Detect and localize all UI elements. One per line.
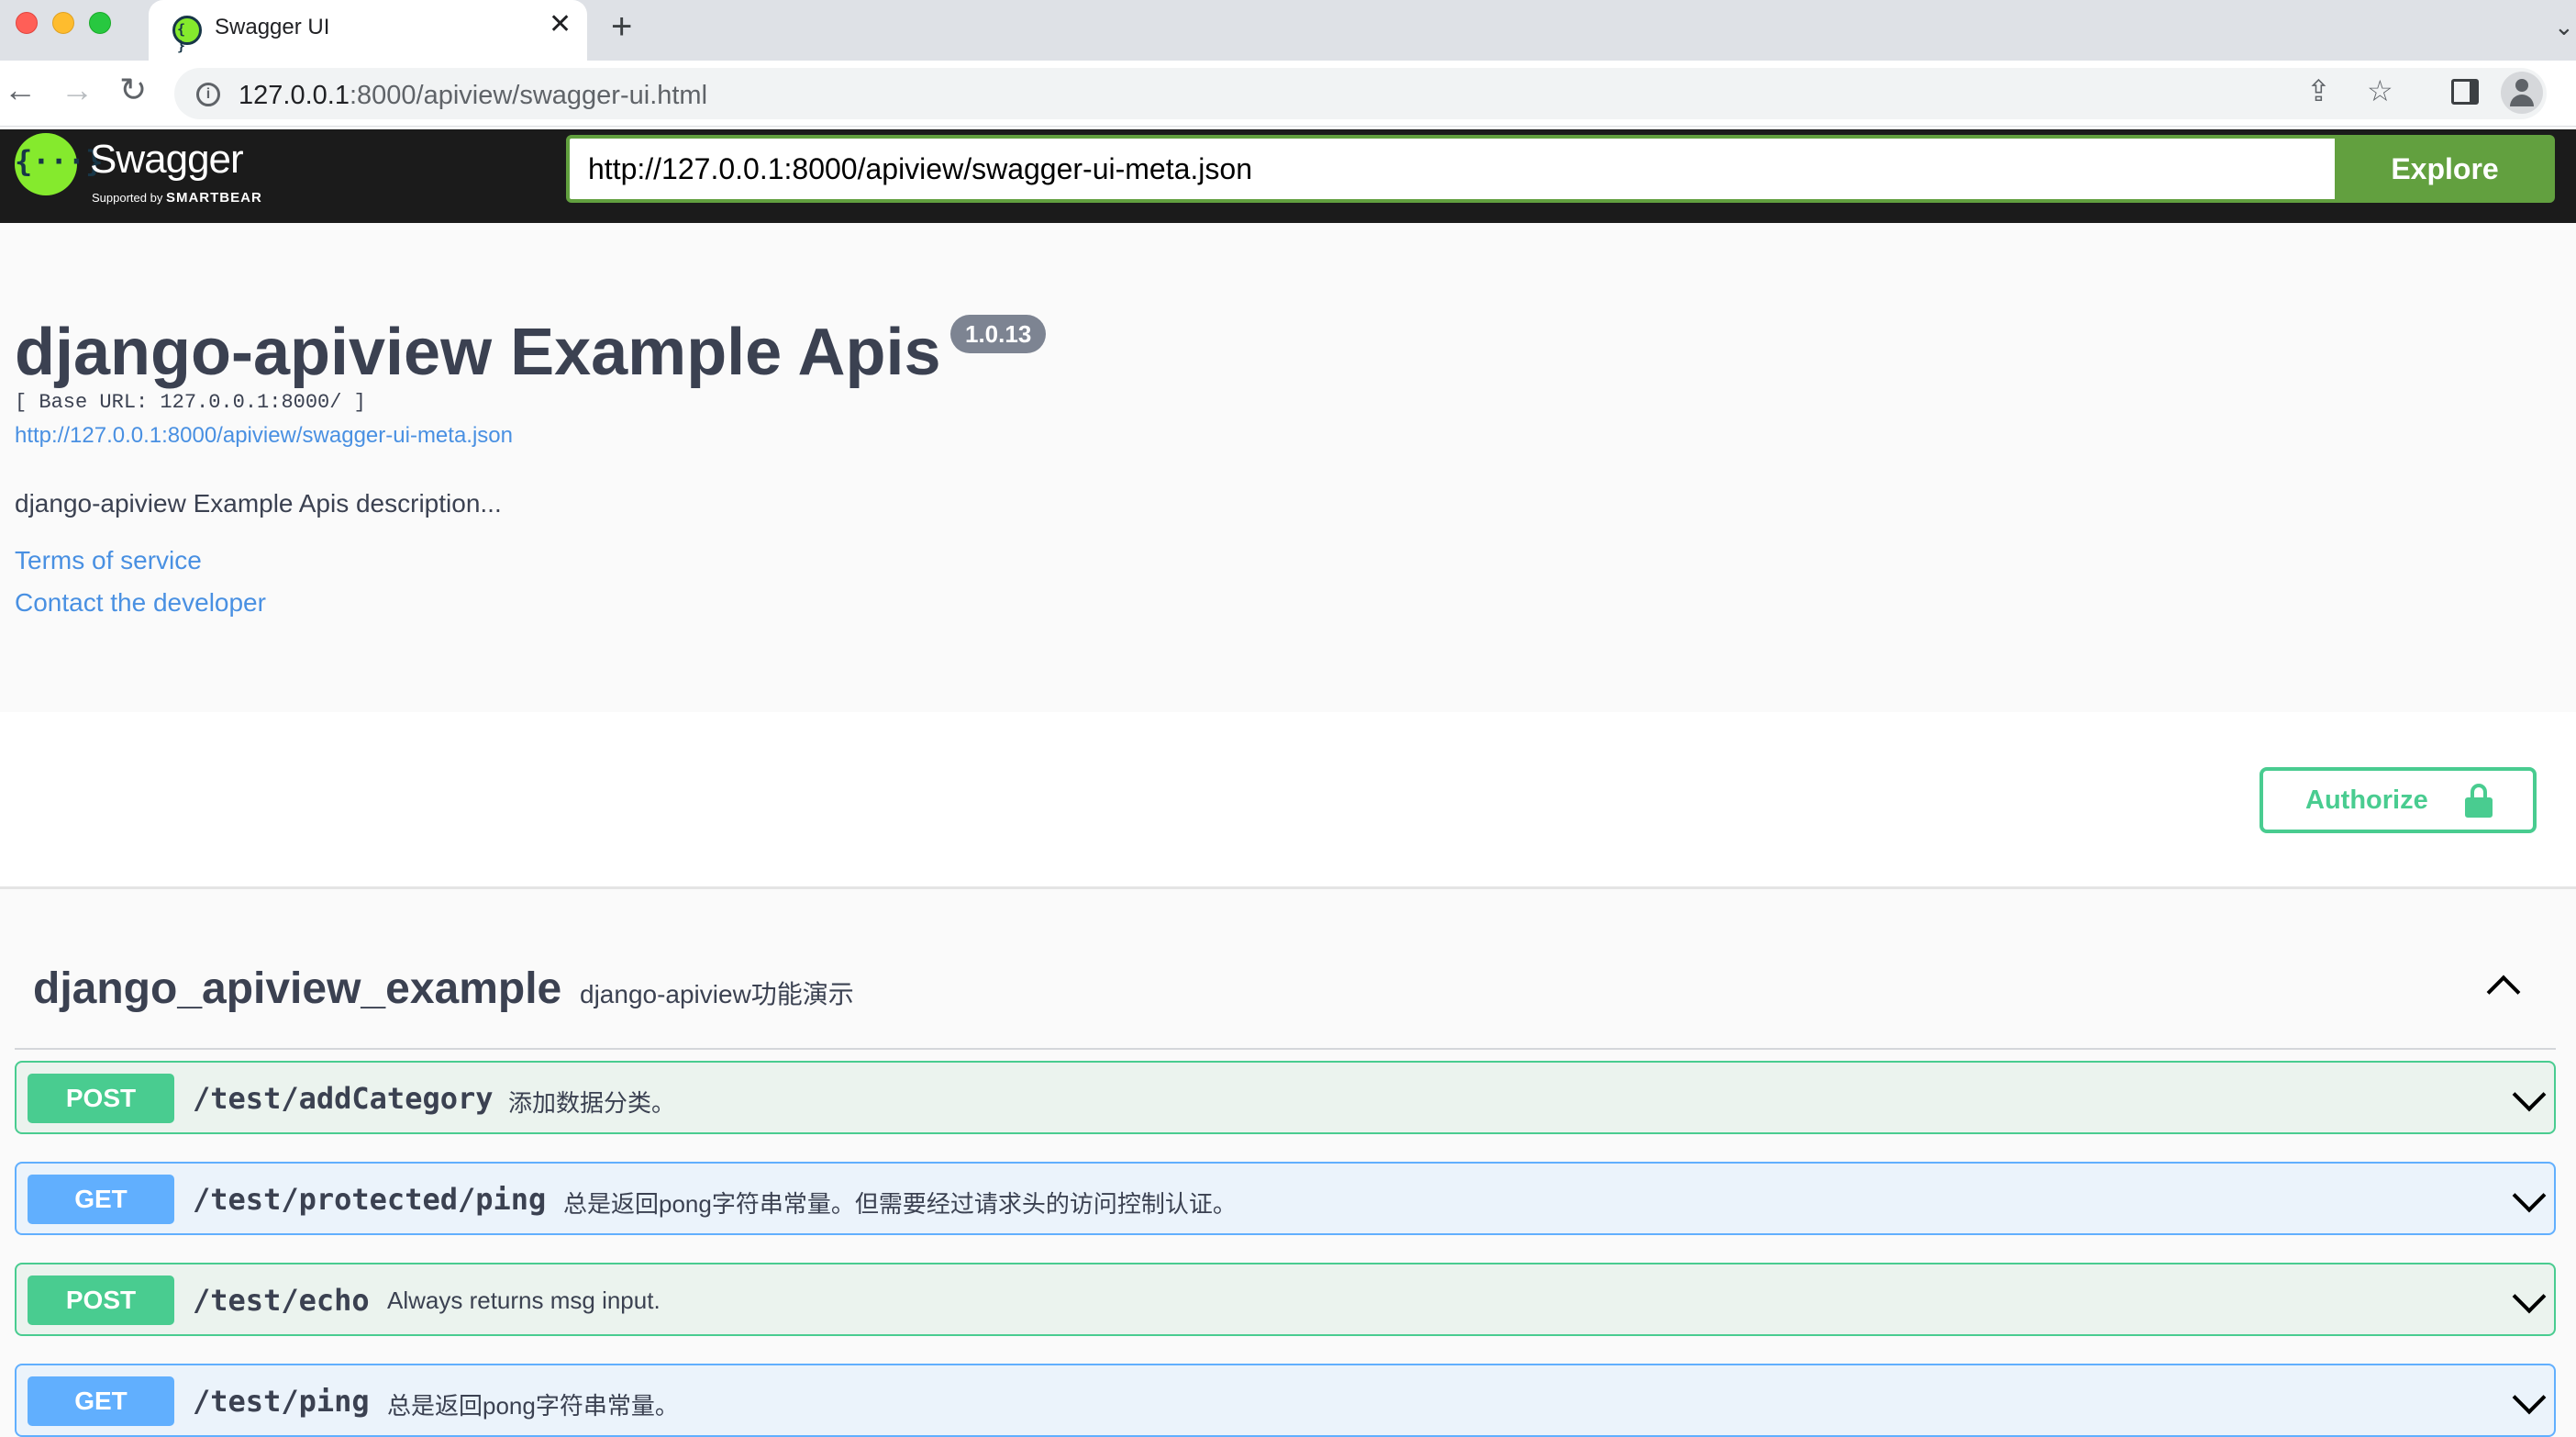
- chevron-down-icon[interactable]: [2510, 1081, 2547, 1118]
- api-description: django-apiview Example Apis description.…: [15, 489, 502, 518]
- chevron-down-icon[interactable]: [2510, 1283, 2547, 1320]
- operation-summary: 总是返回pong字符串常量。但需要经过请求头的访问控制认证。: [563, 1190, 1237, 1218]
- url-host: 127.0.0.1: [239, 81, 350, 110]
- logo-brand: SMARTBEAR: [165, 190, 262, 206]
- authorize-button[interactable]: Authorize: [2260, 767, 2537, 833]
- spec-json-link[interactable]: http://127.0.0.1:8000/apiview/swagger-ui…: [15, 423, 513, 449]
- operation-summary: 总是返回pong字符串常量。: [387, 1392, 679, 1420]
- close-icon[interactable]: ✕: [549, 11, 572, 39]
- url-path: :8000/apiview/swagger-ui.html: [349, 81, 708, 110]
- version-badge: 1.0.13: [950, 315, 1047, 353]
- chevron-down-icon[interactable]: [2510, 1384, 2547, 1420]
- tag-header[interactable]: django_apiview_example django-apiview功能演…: [15, 890, 2556, 1050]
- window-close-button[interactable]: [16, 12, 38, 34]
- method-badge: GET: [28, 1175, 174, 1224]
- tag-name: django_apiview_example: [33, 964, 562, 1013]
- add-tab-icon[interactable]: +: [611, 8, 632, 45]
- operation-row[interactable]: POST /test/addCategory 添加数据分类。: [15, 1061, 2556, 1134]
- back-icon[interactable]: ←: [4, 73, 37, 106]
- swagger-favicon-icon: [172, 16, 202, 54]
- chevron-down-icon[interactable]: [2510, 1182, 2547, 1219]
- operation-row[interactable]: GET /test/protected/ping 总是返回pong字符串常量。但…: [15, 1162, 2556, 1235]
- info-icon[interactable]: i: [196, 83, 220, 106]
- base-url: [ Base URL: 127.0.0.1:8000/ ]: [15, 391, 366, 414]
- operations-tag-section: django_apiview_example django-apiview功能演…: [0, 890, 2576, 1437]
- api-info-section: django-apiview Example Apis 1.0.13 [ Bas…: [0, 223, 2576, 712]
- tag-description: django-apiview功能演示: [580, 980, 854, 1008]
- side-panel-icon[interactable]: [2451, 79, 2479, 105]
- operation-row[interactable]: POST /test/echo Always returns msg input…: [15, 1263, 2556, 1336]
- window-zoom-button[interactable]: [89, 12, 111, 34]
- scheme-container: Authorize: [0, 712, 2576, 889]
- operation-path: /test/echo: [193, 1283, 370, 1318]
- operation-summary: Always returns msg input.: [387, 1287, 661, 1314]
- terms-of-service-link[interactable]: Terms of service: [15, 546, 202, 575]
- swagger-logo-wordmark: Swagger: [90, 137, 244, 182]
- contact-developer-link[interactable]: Contact the developer: [15, 588, 266, 618]
- star-icon[interactable]: ☆: [2367, 76, 2393, 106]
- authorize-label: Authorize: [2305, 785, 2428, 815]
- browser-tab[interactable]: Swagger UI ✕: [149, 0, 587, 61]
- swagger-topbar: {···} Swagger Supported by SMARTBEAR Exp…: [0, 129, 2576, 223]
- forward-icon[interactable]: →: [61, 73, 94, 106]
- profile-icon[interactable]: [2501, 72, 2543, 114]
- operation-path: /test/addCategory: [193, 1081, 494, 1116]
- window-minimize-button[interactable]: [52, 12, 74, 34]
- api-title: django-apiview Example Apis: [15, 316, 941, 389]
- method-badge: POST: [28, 1074, 174, 1123]
- swagger-logo-glyph: {···}: [15, 144, 104, 179]
- tab-title: Swagger UI: [215, 15, 330, 39]
- operation-path: /test/protected/ping: [193, 1182, 547, 1217]
- swagger-logo-icon[interactable]: {···}: [15, 133, 104, 195]
- operation-row[interactable]: GET /test/ping 总是返回pong字符串常量。: [15, 1364, 2556, 1437]
- reload-icon[interactable]: ↻: [119, 73, 147, 106]
- spec-url-input[interactable]: [566, 135, 2426, 203]
- explore-button[interactable]: Explore: [2335, 135, 2555, 203]
- address-bar[interactable]: i 127.0.0.1:8000/apiview/swagger-ui.html…: [174, 68, 2547, 119]
- share-icon[interactable]: ⇪: [2306, 76, 2331, 106]
- tab-search-chevron-icon[interactable]: ⌄: [2554, 13, 2574, 41]
- method-badge: POST: [28, 1275, 174, 1325]
- logo-supported-by: Supported by: [92, 191, 163, 205]
- browser-tab-bar: Swagger UI ✕ + ⌄: [0, 0, 2576, 61]
- operation-summary: 添加数据分类。: [508, 1089, 676, 1117]
- url-text[interactable]: 127.0.0.1:8000/apiview/swagger-ui.html: [239, 81, 707, 111]
- unlocked-lock-icon: [2465, 784, 2493, 818]
- operation-path: /test/ping: [193, 1384, 370, 1419]
- browser-toolbar: ← → ↻ i 127.0.0.1:8000/apiview/swagger-u…: [0, 61, 2576, 127]
- method-badge: GET: [28, 1376, 174, 1426]
- chevron-up-icon[interactable]: [2484, 967, 2521, 1004]
- logo-subtitle: Supported by SMARTBEAR: [92, 190, 262, 206]
